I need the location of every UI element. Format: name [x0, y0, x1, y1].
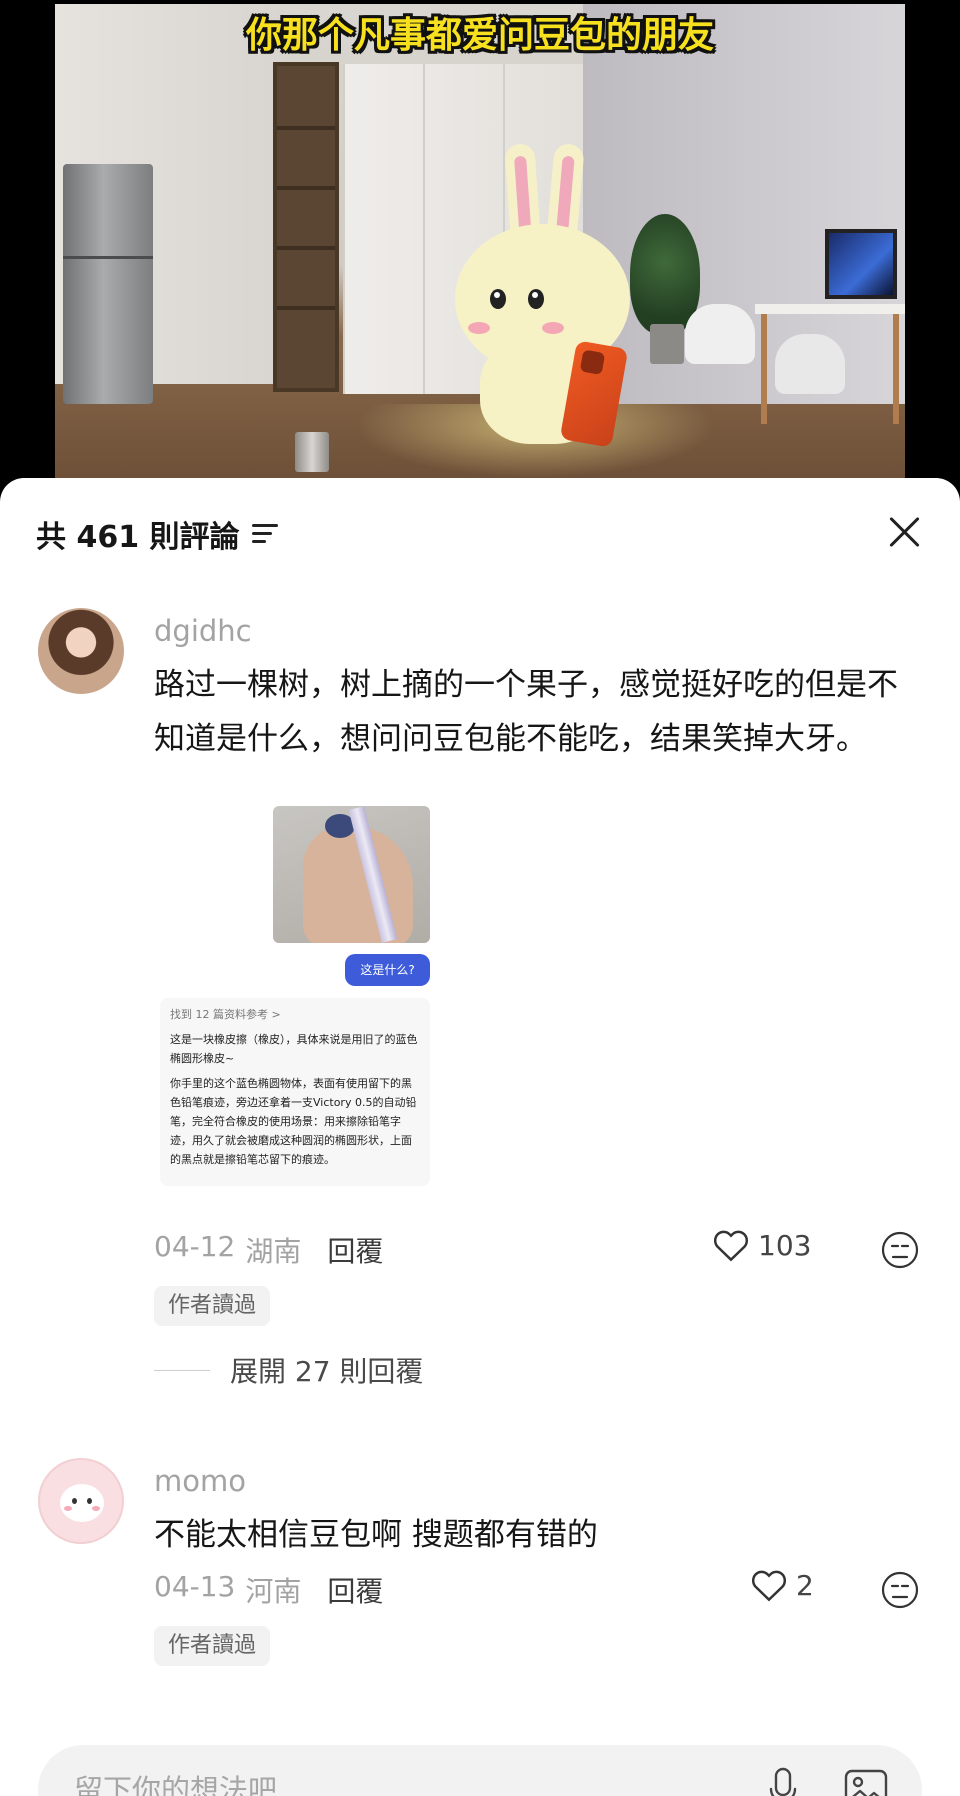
video-player[interactable]: 你那个凡事都爱问豆包的朋友	[0, 0, 960, 490]
dislike-face-icon[interactable]	[880, 1570, 920, 1610]
avatar[interactable]	[38, 1458, 124, 1544]
plant-pot	[650, 324, 684, 364]
fridge-illustration	[63, 164, 153, 404]
expand-replies-button[interactable]: 展開 27 則回覆	[154, 1350, 423, 1390]
comment-location: 河南	[245, 1575, 302, 1608]
author-read-badge: 作者讀過	[154, 1626, 271, 1666]
attachment-para: 这是一块橡皮擦（橡皮），具体来说是用旧了的蓝色椭圆形橡皮~	[170, 1033, 418, 1065]
expand-replies-label: 展開 27 則回覆	[230, 1355, 424, 1388]
attachment-answer-card: 找到 12 篇资料参考 > 这是一块橡皮擦（橡皮），具体来说是用旧了的蓝色椭圆形…	[160, 998, 430, 1186]
comment-text: 不能太相信豆包啊 搜题都有错的	[154, 1517, 598, 1553]
desk-leg	[893, 314, 899, 424]
divider-line	[154, 1369, 210, 1371]
like-count: 2	[796, 1568, 814, 1602]
comment-input-bar	[38, 1745, 922, 1796]
comments-sheet: 共 461 則評論 dgidhc 路过一棵树，树上摘的一个果子，感觉挺好吃的但是…	[0, 478, 960, 1796]
video-frame	[55, 4, 905, 478]
comment-count-label: 共 461 則評論	[36, 520, 240, 555]
comment-date: 04-13	[154, 1570, 236, 1603]
desk-leg	[761, 314, 767, 424]
like-button[interactable]: 103	[712, 1228, 811, 1262]
filter-lines-icon[interactable]	[251, 522, 280, 546]
comment-meta: 04-13 河南 回覆	[154, 1570, 383, 1610]
comment-meta: 04-12 湖南 回覆	[154, 1230, 383, 1270]
author-read-badge: 作者讀過	[154, 1286, 271, 1326]
comment-username[interactable]: momo	[154, 1464, 246, 1498]
comment-count: 共 461 則評論	[36, 512, 280, 556]
comment-input[interactable]	[74, 1767, 714, 1796]
chair-illustration	[685, 304, 755, 364]
comment-image-attachment[interactable]: 这是什么? 找到 12 篇资料参考 > 这是一块橡皮擦（橡皮），具体来说是用旧了…	[160, 806, 430, 1186]
attachment-ref: 找到 12 篇资料参考 >	[170, 1008, 281, 1021]
dislike-face-icon[interactable]	[880, 1230, 920, 1270]
microphone-icon[interactable]	[768, 1767, 798, 1796]
like-button[interactable]: 2	[750, 1568, 814, 1602]
comment-location: 湖南	[245, 1235, 302, 1268]
chair-illustration	[775, 334, 845, 394]
image-icon[interactable]	[844, 1769, 888, 1796]
desk-illustration	[755, 304, 905, 314]
comment-text: 路过一棵树，树上摘的一个果子，感觉挺好吃的但是不知道是什么，想问问豆包能不能吃，…	[154, 667, 898, 757]
bunny-character	[450, 142, 650, 448]
shelf-illustration	[273, 62, 339, 392]
reply-button[interactable]: 回覆	[327, 1570, 383, 1610]
comment-date: 04-12	[154, 1230, 236, 1263]
attachment-photo	[273, 806, 430, 943]
comments-header: 共 461 則評論	[0, 478, 960, 588]
heart-icon	[751, 1570, 787, 1602]
avatar[interactable]	[38, 608, 124, 694]
comment-username[interactable]: dgidhc	[154, 614, 252, 648]
close-icon[interactable]	[885, 512, 925, 552]
attachment-para: 你手里的这个蓝色椭圆物体，表面有使用留下的黑色铅笔痕迹，旁边还拿着一支Victo…	[170, 1077, 417, 1166]
like-count: 103	[758, 1228, 812, 1262]
heart-icon	[713, 1230, 749, 1262]
video-caption: 你那个凡事都爱问豆包的朋友	[245, 15, 714, 56]
bucket-illustration	[295, 432, 329, 472]
reply-button[interactable]: 回覆	[327, 1230, 383, 1270]
monitor-illustration	[825, 229, 897, 299]
attachment-question-bubble: 这是什么?	[345, 954, 430, 986]
